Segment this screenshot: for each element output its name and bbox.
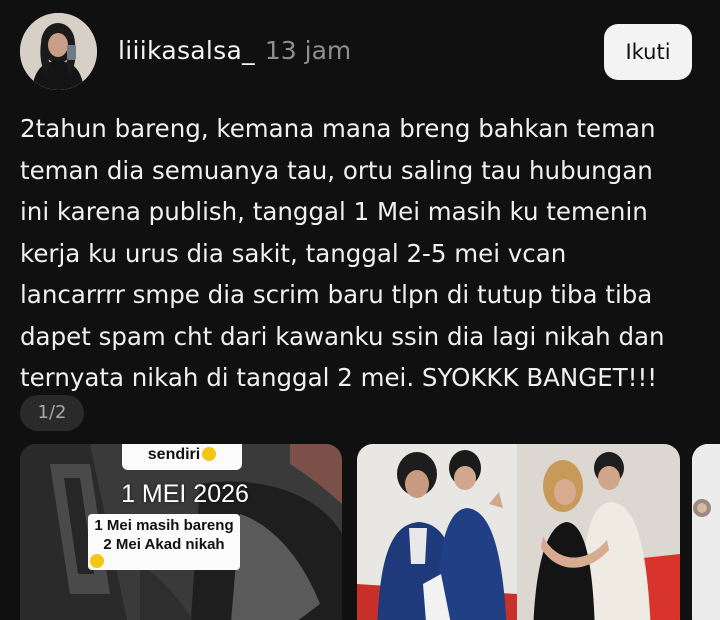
caption-line: ini karena publish, tanggal 1 Mei masih … <box>20 197 648 226</box>
post-caption: 2tahun bareng, kemana mana breng bahkan … <box>20 108 710 399</box>
note-line-text: 2 Mei Akad nikah <box>103 536 225 553</box>
photo-date-text: 1 MEI 2026 <box>121 480 249 508</box>
carousel-photo-1[interactable]: sendiri 1 MEI 2026 1 Mei masih bareng 2 … <box>20 444 342 620</box>
photo-3-image <box>692 444 720 620</box>
timestamp: 13 jam <box>264 36 352 65</box>
carousel-photo-3-peek[interactable] <box>692 444 720 620</box>
note-line-2: 2 Mei Akad nikah <box>88 535 240 568</box>
smile-emoji-icon <box>202 447 217 461</box>
page-indicator: 1/2 <box>20 395 84 431</box>
caption-line: 2tahun bareng, kemana mana breng bahkan … <box>20 114 656 143</box>
avatar-photo <box>20 13 97 90</box>
follow-button[interactable]: Ikuti <box>604 24 692 80</box>
caption-line: ternyata nikah di tanggal 2 mei. SYOKKK … <box>20 363 658 392</box>
sticker-text: sendiri <box>147 446 201 463</box>
profile-avatar[interactable] <box>20 13 97 90</box>
photo-2-image <box>357 444 680 620</box>
caption-line: lancarrrr smpe dia scrim baru tlpn di tu… <box>20 280 653 309</box>
caption-line: kerja ku urus dia sakit, tanggal 2-5 mei… <box>20 238 567 268</box>
carousel-photo-2[interactable] <box>357 444 680 620</box>
sticker-label: sendiri <box>122 444 242 470</box>
sticker-note: 1 Mei masih bareng 2 Mei Akad nikah <box>88 514 240 570</box>
smile-emoji-icon <box>90 554 104 568</box>
note-line: 1 Mei masih bareng <box>94 517 234 534</box>
thread-post: liiikasalsa_ 13 jam Ikuti 2tahun bareng, … <box>0 0 720 620</box>
media-carousel[interactable]: sendiri 1 MEI 2026 1 Mei masih bareng 2 … <box>0 444 720 620</box>
post-header: liiikasalsa_ 13 jam <box>118 34 351 68</box>
caption-line: teman dia semuanya tau, ortu saling tau … <box>20 155 653 185</box>
username[interactable]: liiikasalsa_ <box>118 36 255 65</box>
caption-line: dapet spam cht dari kawanku ssin dia lag… <box>20 321 665 351</box>
